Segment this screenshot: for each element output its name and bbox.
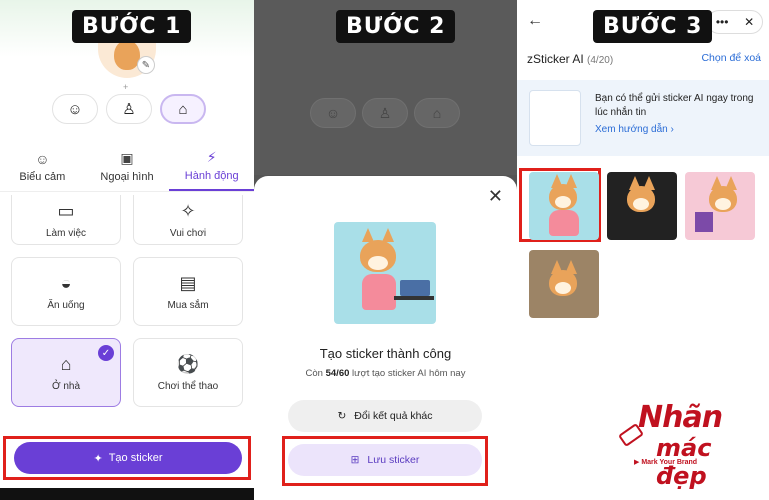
success-title: Tạo sticker thành công (319, 346, 452, 361)
tab-hanh-dong[interactable]: ⚡ Hành động (169, 142, 254, 191)
edit-icon[interactable]: ✎ (137, 56, 155, 74)
promo-banner: Bạn có thể gửi sticker AI ngay trong lúc… (517, 80, 769, 156)
smile-icon: ☺ (35, 150, 50, 167)
laptop-icon: ▭ (57, 200, 75, 221)
close-icon[interactable]: ✕ (744, 15, 754, 29)
card-an-uong[interactable]: ◒ Ăn uống (11, 257, 121, 326)
face-icon: ☺ (67, 100, 83, 118)
promo-thumbnail (529, 90, 581, 146)
tab-ngoai-hinh[interactable]: ▣ Ngoại hình (85, 142, 170, 191)
card-o-nha[interactable]: ✓ ⌂ Ở nhà (11, 338, 121, 407)
dress-option[interactable]: ♙ (106, 94, 152, 124)
plus-icon: + (123, 82, 129, 92)
tutorial-collage: BƯỚC 1 ✎ + ☺ ♙ ⌂ ☺ Biểu cảm ▣ Ngoại hình… (0, 0, 769, 500)
card-lam-viec[interactable]: ▭ Làm việc (11, 195, 121, 245)
step3-badge: BƯỚC 3 (593, 10, 713, 43)
tab-label: Hành động (184, 170, 239, 182)
sticker-preview (334, 222, 436, 324)
sticker-count: (4/20) (587, 55, 614, 66)
card-mua-sam[interactable]: ▤ Mua sắm (133, 257, 243, 326)
result-sheet: ✕ Tạo sticker thành công Còn 54/60 lượt … (254, 176, 517, 500)
tab-label: Biểu cảm (19, 170, 66, 183)
card-label: Mua sắm (167, 299, 209, 311)
check-icon: ✓ (98, 345, 114, 361)
promo-text: Bạn có thể gửi sticker AI ngay trong lúc… (595, 93, 754, 118)
house-icon: ⌂ (178, 100, 188, 118)
tab-bieu-cam[interactable]: ☺ Biểu cảm (0, 142, 85, 191)
create-sticker-label: Tạo sticker (108, 452, 163, 464)
back-arrow-icon[interactable]: ← (527, 12, 543, 30)
select-delete-link[interactable]: Chọn để xoá (701, 52, 761, 64)
card-choi-the-thao[interactable]: ⚽ Chơi thể thao (133, 338, 243, 407)
party-icon: ✧ (180, 200, 196, 221)
highlight-box (282, 436, 488, 486)
shirt-icon: ▣ (120, 150, 134, 166)
remaining-count: 54/60 (325, 368, 350, 379)
step1-badge: BƯỚC 1 (72, 10, 192, 43)
sticker-grid (529, 172, 761, 318)
house-option[interactable]: ⌂ (160, 94, 206, 124)
dress-option-dimmed: ♙ (362, 98, 408, 128)
sticker-item[interactable] (685, 172, 755, 240)
header-actions: ••• ✕ (707, 10, 763, 34)
ball-icon: ⚽ (176, 353, 200, 374)
card-label: Ở nhà (51, 380, 81, 392)
sticker-item[interactable] (607, 172, 677, 240)
card-label: Ăn uống (47, 299, 85, 311)
tab-label: Ngoại hình (100, 171, 154, 183)
card-vui-choi[interactable]: ✧ Vui chơi (133, 195, 243, 245)
bottom-bar (0, 488, 254, 500)
sparkle-icon: ✦ (93, 452, 103, 465)
card-label: Chơi thể thao (157, 380, 219, 392)
house-option-dimmed: ⌂ (414, 98, 460, 128)
card-label: Làm việc (45, 227, 86, 239)
house-icon: ⌂ (60, 353, 72, 374)
category-tabs: ☺ Biểu cảm ▣ Ngoại hình ⚡ Hành động (0, 142, 254, 192)
page-title: zSticker AI (4/20) (527, 52, 614, 66)
brand-logo: Nhãn mác đẹp ▶ Mark Your Brand (617, 400, 760, 490)
dress-icon: ♙ (122, 101, 136, 118)
retry-button[interactable]: ↻ Đổi kết quả khác (288, 400, 482, 432)
sticker-item[interactable] (529, 250, 599, 318)
step2-badge: BƯỚC 2 (336, 10, 456, 43)
promo-link[interactable]: Xem hướng dẫn › (595, 124, 674, 135)
shopping-bag-icon: ▤ (179, 272, 197, 293)
retry-label: Đổi kết quả khác (354, 410, 433, 422)
running-icon: ⚡ (206, 149, 217, 165)
face-option-dimmed: ☺ (310, 98, 356, 128)
remaining-text: Còn 54/60 lượt tạo sticker AI hôm nay (305, 368, 466, 379)
avatar-options: ☺ ♙ ⌂ (52, 94, 206, 124)
step2-panel: BƯỚC 2 ☺ ♙ ⌂ ✕ Tạo sticker thành công Cò… (254, 0, 517, 500)
refresh-icon: ↻ (337, 410, 347, 422)
step1-panel: BƯỚC 1 ✎ + ☺ ♙ ⌂ ☺ Biểu cảm ▣ Ngoại hình… (0, 0, 254, 500)
face-option[interactable]: ☺ (52, 94, 98, 124)
sticker-item[interactable] (529, 172, 599, 240)
close-icon[interactable]: ✕ (488, 186, 503, 207)
card-label: Vui chơi (169, 227, 207, 239)
bowl-icon: ◒ (60, 272, 72, 293)
create-sticker-button[interactable]: ✦ Tạo sticker (14, 442, 242, 474)
action-cards: ▭ Làm việc ✧ Vui chơi ◒ Ăn uống ▤ Mua sắ… (11, 195, 243, 407)
more-icon[interactable]: ••• (716, 15, 729, 29)
